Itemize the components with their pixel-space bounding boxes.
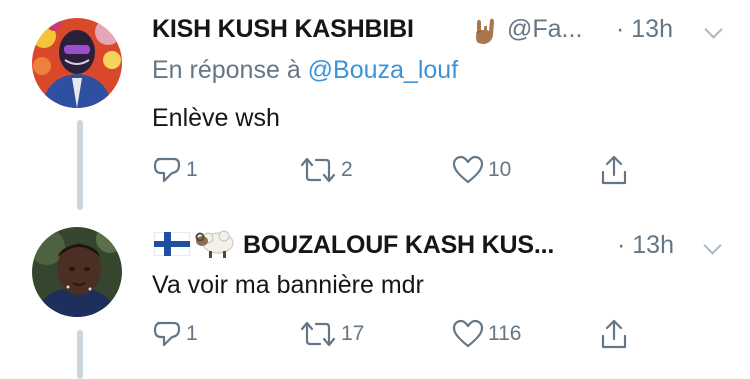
reply-to-link[interactable]: @Bouza_louf [308,56,458,84]
share-button[interactable] [599,316,629,352]
like-button[interactable]: 10 [452,152,511,188]
like-button[interactable]: 116 [452,316,521,352]
user-handle[interactable]: @Fa... [507,15,582,44]
retweet-icon [300,321,336,347]
like-count: 116 [488,322,522,345]
tweet-text: Enlève wsh [152,104,280,132]
retweet-button[interactable]: 17 [299,316,364,352]
reply-context: En réponse à @Bouza_louf [152,56,458,85]
tweet-header: BOUZALOUF KASH KUS... · 13h [152,224,730,264]
share-icon [601,319,627,349]
caret-down-icon[interactable] [703,236,722,255]
reply-button[interactable]: 1 [152,316,198,352]
display-name[interactable]: BOUZALOUF KASH KUS... [243,231,554,260]
sheep-emoji [194,227,236,264]
avatar[interactable] [32,18,122,108]
tweet[interactable]: KISH KUSH KASHBIBI @Fa... · 13h En répon… [0,0,750,210]
tweet-header: KISH KUSH KASHBIBI @Fa... · 13h [152,10,730,50]
share-button[interactable] [599,152,629,188]
caret-down-icon[interactable] [704,20,723,39]
timestamp[interactable]: · 13h [616,15,673,44]
thread-line [77,330,83,379]
finland-flag-emoji [153,231,191,261]
retweet-count: 17 [341,322,365,345]
like-count: 10 [488,158,512,181]
thread-line [77,120,83,210]
like-icon [452,319,484,348]
tweet-text: Va voir ma bannière mdr [152,271,424,299]
reply-button[interactable]: 1 [152,152,198,188]
like-icon [452,155,484,184]
tweet-actions: 1 17 116 [152,316,652,352]
reply-prefix: En réponse à [152,56,308,84]
share-icon [601,155,627,185]
timestamp[interactable]: · 13h [617,231,674,260]
reply-count: 1 [186,322,198,345]
reply-icon [153,157,181,183]
tweet-actions: 1 2 10 [152,152,652,188]
reply-icon [153,321,181,347]
rock-on-hand-emoji [470,15,502,52]
retweet-button[interactable]: 2 [299,152,353,188]
tweet[interactable]: BOUZALOUF KASH KUS... · 13h Va voir ma b… [0,210,750,379]
retweet-count: 2 [341,158,353,181]
reply-count: 1 [186,158,198,181]
display-name[interactable]: KISH KUSH KASHBIBI [152,15,414,44]
retweet-icon [300,157,336,183]
avatar[interactable] [32,227,122,317]
